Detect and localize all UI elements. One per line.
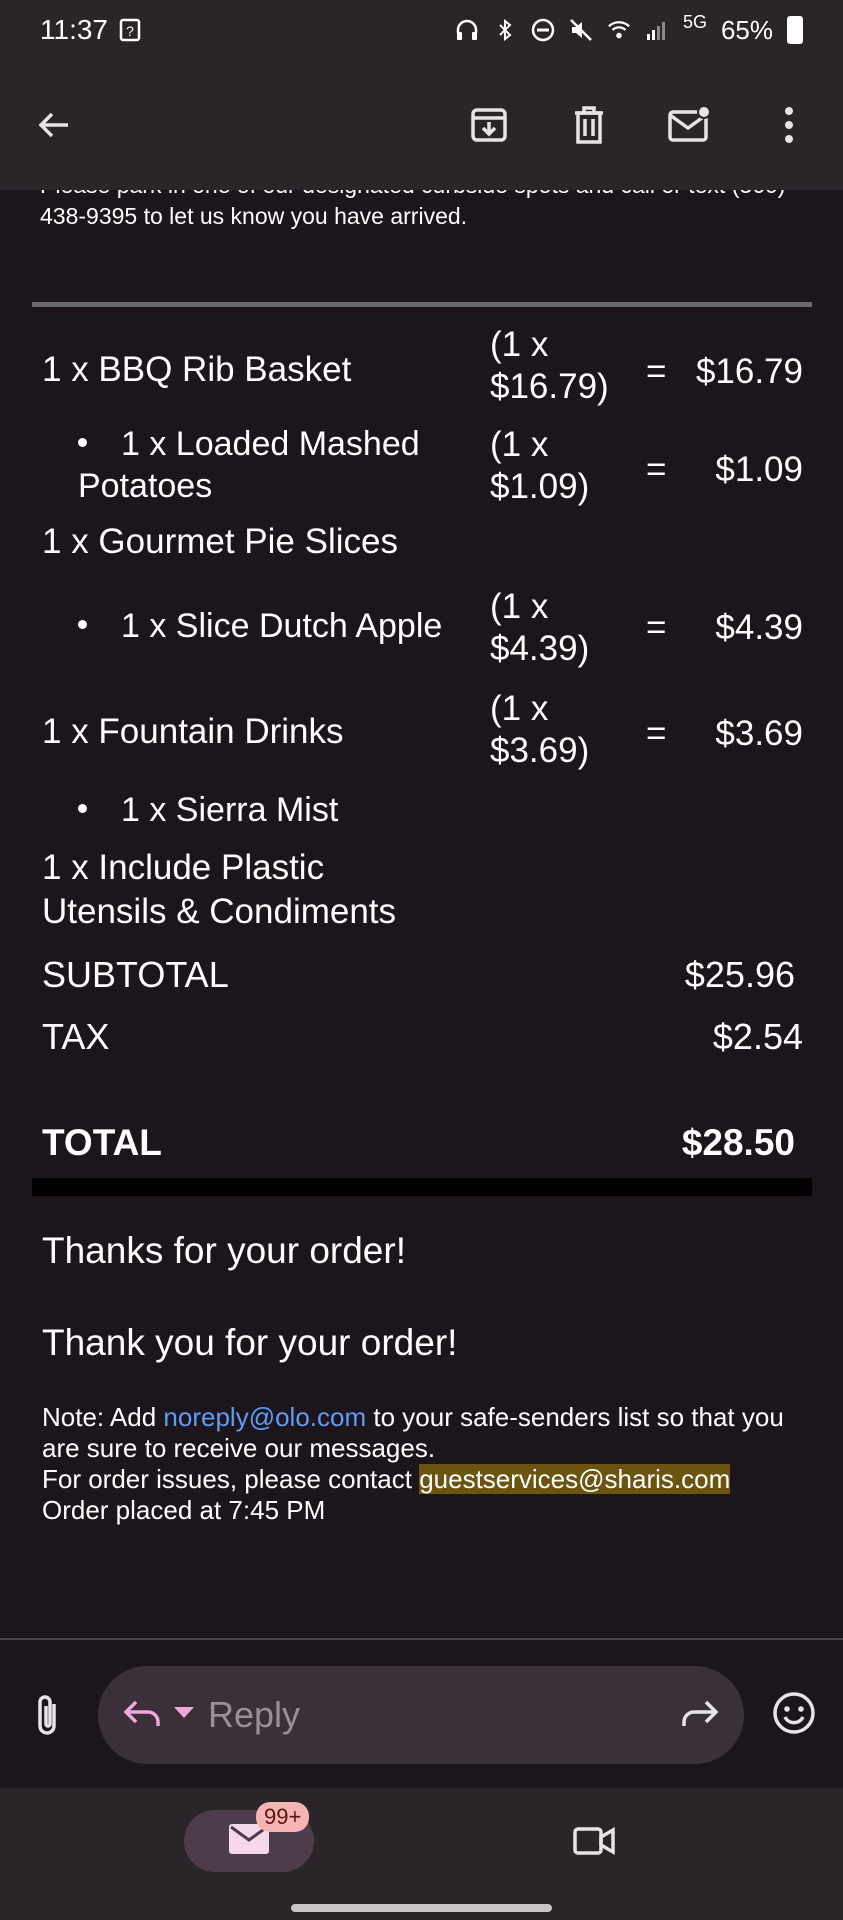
item-qty-line2: $3.69) — [490, 731, 590, 770]
headphones-icon — [455, 18, 479, 42]
reply-bar: Reply — [0, 1640, 843, 1788]
divider — [32, 302, 812, 307]
home-indicator[interactable] — [291, 1904, 552, 1912]
item-name: 1 x Include Plastic — [42, 848, 325, 887]
order-item-sierra-mist: 1 x Sierra Mist — [0, 790, 843, 836]
forward-icon[interactable] — [680, 1696, 720, 1735]
reply-placeholder: Reply — [208, 1694, 301, 1735]
order-item-slice-dutch-apple: 1 x Slice Dutch Apple (1 x $4.39) = $4.3… — [0, 586, 843, 676]
total-value: $28.50 — [681, 1122, 795, 1163]
subtotal-value: $25.96 — [684, 954, 795, 995]
bluetooth-icon — [493, 18, 517, 42]
do-not-disturb-icon — [531, 18, 555, 42]
reply-input[interactable]: Reply — [98, 1666, 744, 1764]
item-qty-line1: (1 x — [490, 425, 549, 464]
bottom-navigation: 99+ — [0, 1788, 843, 1920]
item-equals: = — [646, 714, 667, 753]
gmail-app: 11:37 ? 5G 65% 438-9395 to let us know y… — [0, 0, 843, 1920]
status-bar: 11:37 ? 5G 65% — [0, 0, 843, 60]
guestservices-email-link[interactable]: guestservices@sharis.com — [419, 1464, 731, 1494]
thank-you-message: Thank you for your order! — [42, 1322, 458, 1363]
noreply-email-link[interactable]: noreply@olo.com — [163, 1402, 366, 1432]
parking-instructions: Please park in one of our designated cur… — [40, 190, 785, 229]
item-price: $16.79 — [695, 352, 803, 391]
status-time: 11:37 — [40, 14, 108, 45]
item-price: $4.39 — [715, 608, 803, 647]
order-item-gourmet-pie-slices: 1 x Gourmet Pie Slices — [0, 520, 843, 572]
item-qty-line2: $1.09) — [490, 467, 590, 506]
tax-value: $2.54 — [712, 1016, 803, 1057]
total-divider — [32, 1178, 812, 1196]
item-price: $1.09 — [715, 450, 803, 489]
item-name: 1 x Loaded Mashed — [78, 424, 478, 465]
item-price: $3.69 — [715, 714, 803, 753]
item-equals: = — [646, 352, 667, 391]
item-name-line2: Potatoes — [78, 467, 213, 505]
order-item-loaded-mashed-potatoes: 1 x Loaded Mashed Potatoes (1 x $1.09) =… — [0, 424, 843, 514]
item-qty-line1: (1 x — [490, 587, 549, 626]
email-body: Please park in one of our designated cur… — [0, 190, 843, 1640]
archive-icon[interactable] — [465, 101, 513, 149]
subtotal-label: SUBTOTAL — [42, 954, 229, 995]
thanks-message: Thanks for your order! — [42, 1230, 406, 1271]
mark-unread-icon[interactable] — [665, 101, 713, 149]
mute-icon — [569, 18, 593, 42]
battery-icon — [787, 16, 803, 44]
reply-icon[interactable] — [122, 1696, 162, 1735]
item-qty-line2: $16.79) — [490, 367, 609, 406]
item-equals: = — [646, 608, 667, 647]
more-vert-icon[interactable] — [765, 101, 813, 149]
item-name-line2: Utensils & Condiments — [42, 892, 397, 931]
item-name: 1 x Sierra Mist — [78, 790, 478, 831]
item-name: 1 x Gourmet Pie Slices — [42, 522, 398, 561]
bullet — [78, 619, 87, 629]
item-qty-line1: (1 x — [490, 325, 549, 364]
svg-text:?: ? — [126, 23, 134, 39]
battery-percent: 65% — [720, 14, 773, 45]
back-arrow-icon[interactable] — [30, 101, 78, 149]
bullet — [78, 803, 87, 813]
network-type: 5G — [682, 11, 707, 32]
bullet — [78, 437, 87, 447]
footer-note: Note: Add noreply@olo.com to your safe-s… — [42, 1402, 802, 1526]
order-placed-time: Order placed at 7:45 PM — [42, 1495, 326, 1525]
notification-icon: ? — [118, 18, 142, 42]
nav-meet-video-icon[interactable] — [572, 1824, 616, 1863]
wifi-icon — [607, 18, 631, 42]
note-prefix: Note: Add — [42, 1402, 164, 1432]
item-equals: = — [646, 450, 667, 489]
reply-options-chevron-down-icon[interactable] — [174, 1706, 194, 1724]
item-name: 1 x BBQ Rib Basket — [42, 350, 352, 389]
order-item-plastic-utensils: 1 x Include Plastic Utensils & Condiment… — [0, 846, 843, 938]
item-qty-line2: $4.39) — [490, 629, 590, 668]
order-item-bbq-rib-basket: 1 x BBQ Rib Basket (1 x $16.79) = $16.79 — [0, 322, 843, 422]
item-qty-line1: (1 x — [490, 689, 549, 728]
total-label: TOTAL — [42, 1122, 162, 1163]
email-toolbar — [0, 60, 843, 190]
order-item-fountain-drinks: 1 x Fountain Drinks (1 x $3.69) = $3.69 — [0, 686, 843, 782]
unread-count-badge: 99+ — [256, 1802, 310, 1832]
attach-icon[interactable] — [28, 1692, 70, 1743]
tax-label: TAX — [42, 1016, 110, 1057]
delete-icon[interactable] — [565, 101, 613, 149]
signal-icon — [645, 18, 669, 42]
issues-prefix: For order issues, please contact — [42, 1464, 420, 1494]
item-name: 1 x Slice Dutch Apple — [78, 606, 478, 647]
emoji-icon[interactable] — [771, 1690, 817, 1741]
item-name: 1 x Fountain Drinks — [42, 712, 344, 751]
